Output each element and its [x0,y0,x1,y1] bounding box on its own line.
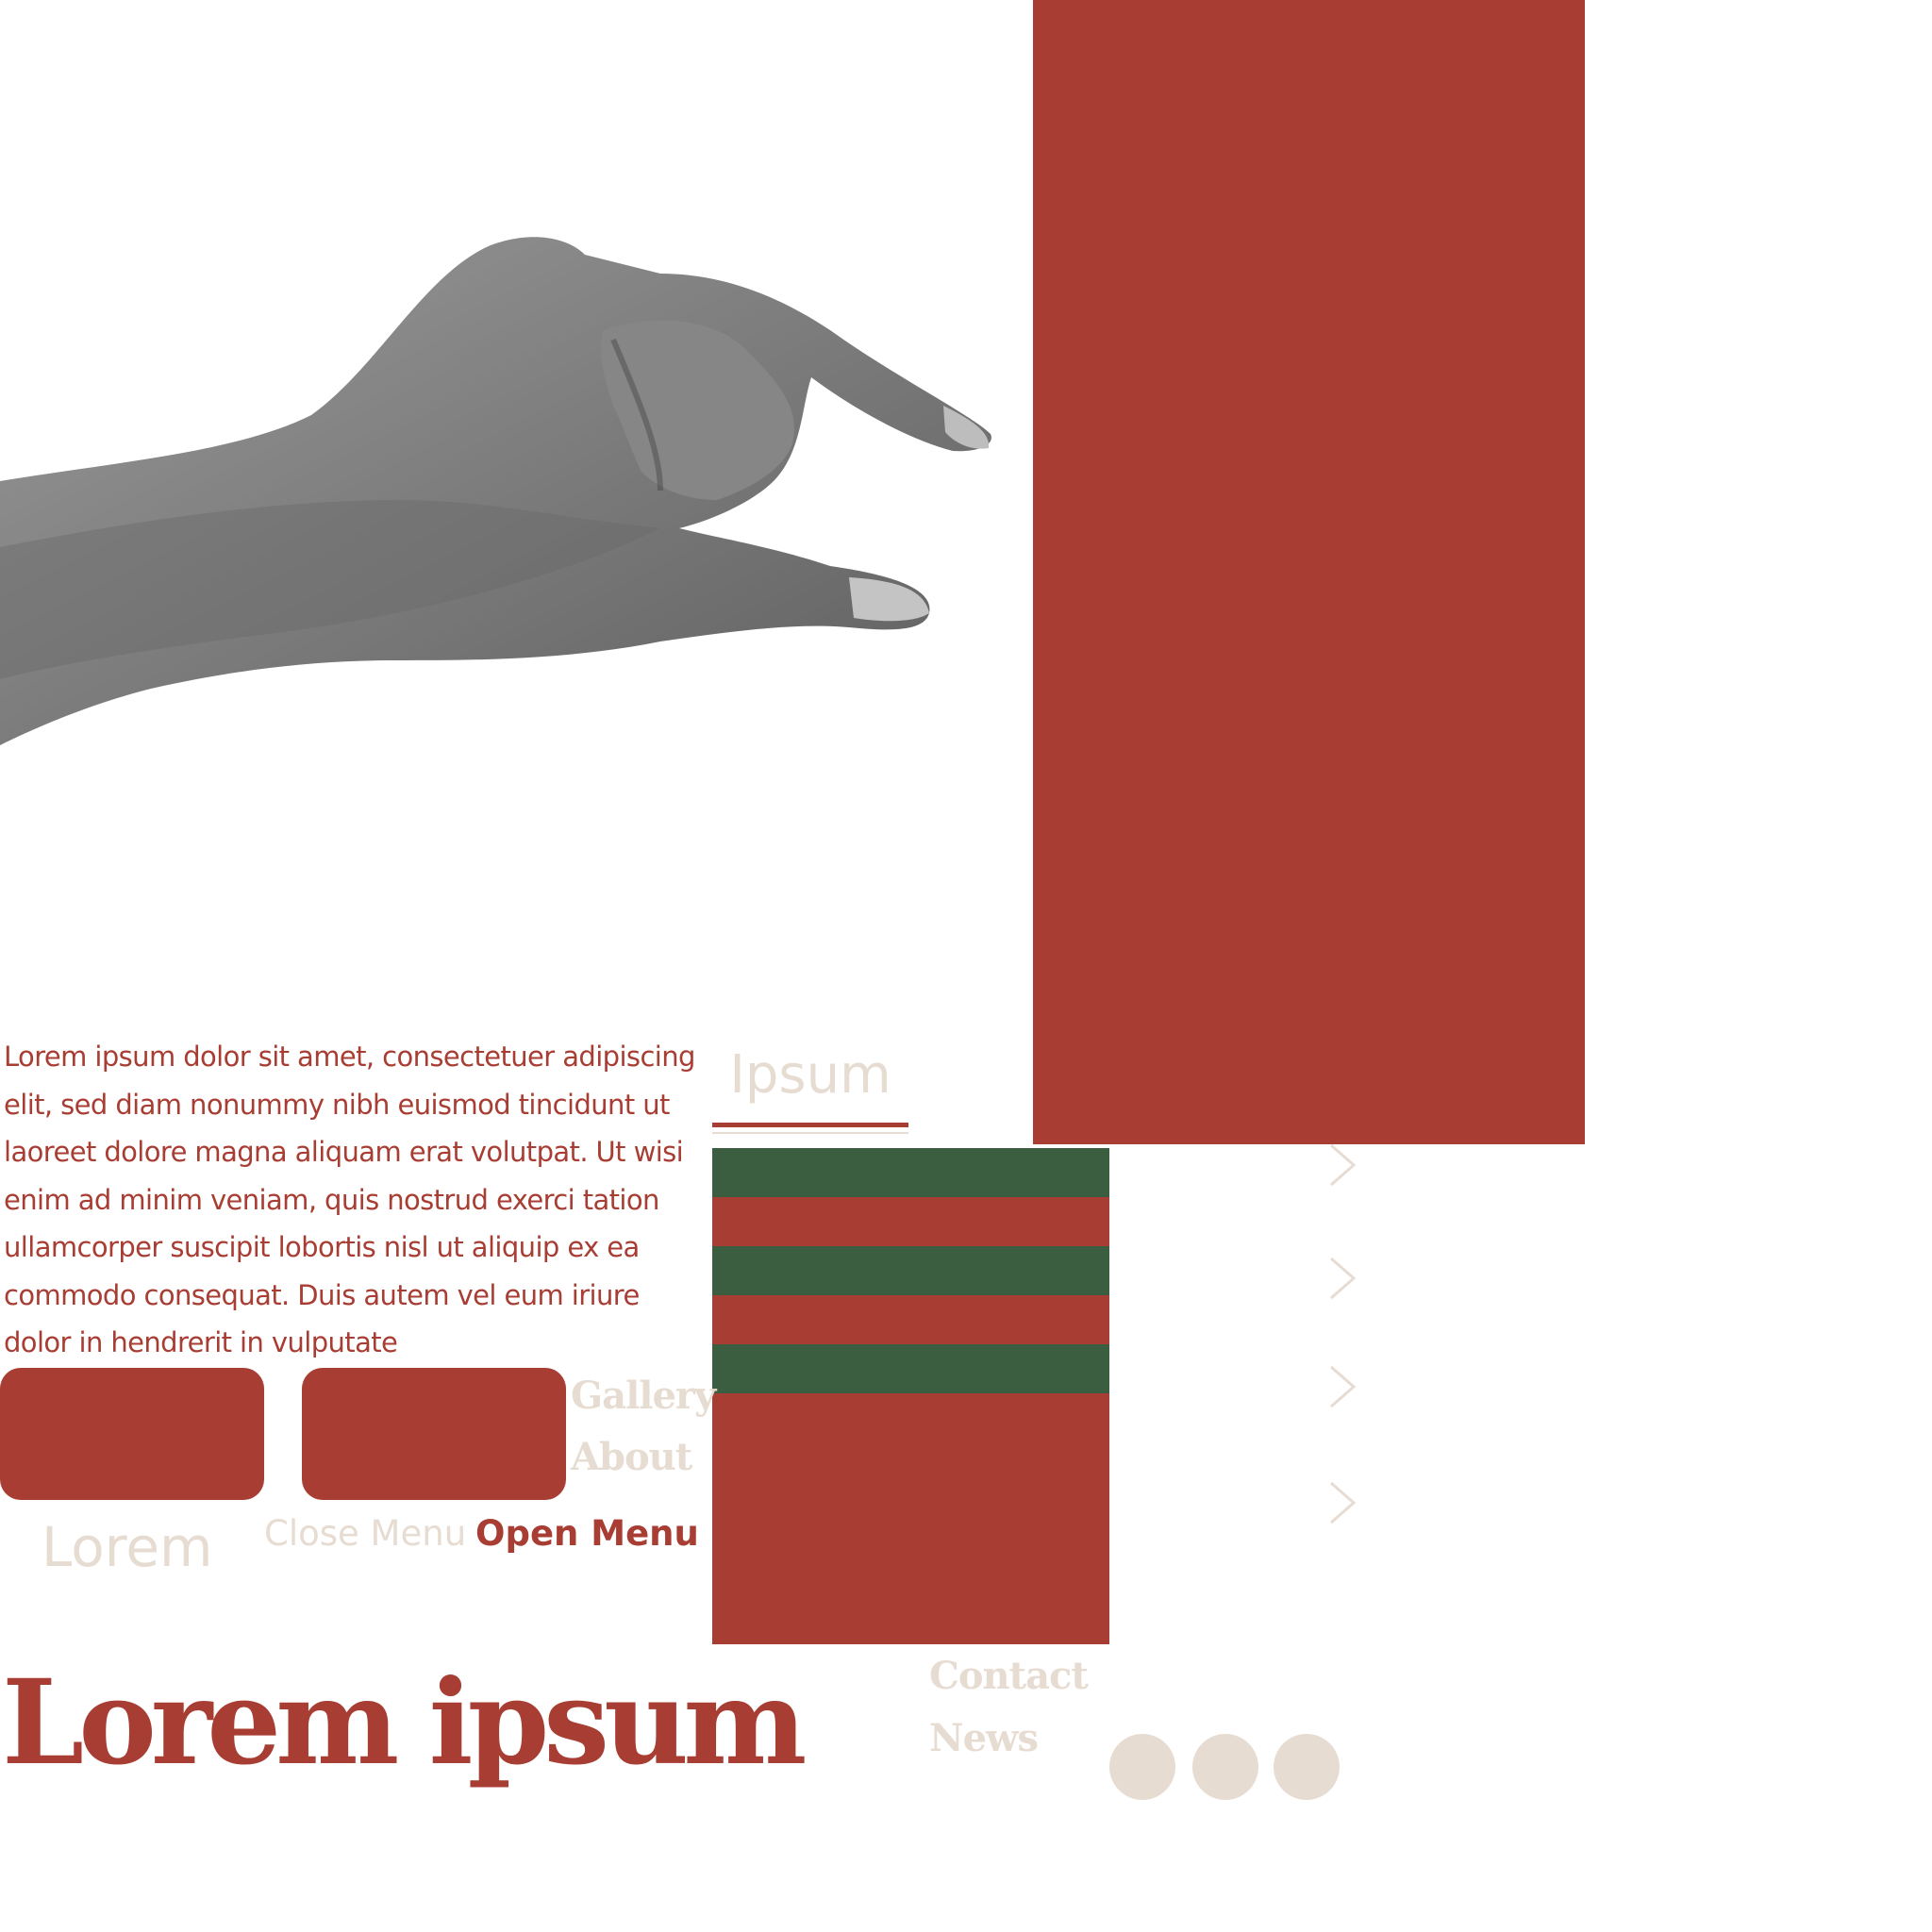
stripe-red [712,1295,1109,1344]
nav-link-contact[interactable]: Contact [929,1653,1089,1700]
chevron-right-icon[interactable] [1325,1363,1359,1410]
tab-underline-active [712,1123,908,1127]
open-menu-button[interactable]: Open Menu [475,1511,699,1557]
lorem-label: Lorem [42,1515,213,1579]
striped-card [712,1148,1109,1644]
canvas: Lorem ipsum dolor sit amet, consectetuer… [0,0,1932,1932]
tab-ipsum[interactable]: Ipsum [712,1042,908,1132]
intro-paragraph: Lorem ipsum dolor sit amet, consectetuer… [4,1041,695,1358]
tab-underline-inactive [712,1132,908,1134]
stripe-green [712,1246,1109,1295]
pager-dot-1[interactable] [1109,1734,1175,1800]
chevron-right-icon[interactable] [1325,1255,1359,1302]
red-button-1[interactable] [0,1368,264,1500]
stripe-red-bottom [712,1393,1109,1644]
hand-photo [0,237,991,745]
nav-link-gallery[interactable]: Gallery [571,1373,716,1420]
hero-red-panel [1033,0,1585,1144]
stripe-green [712,1148,1109,1197]
close-menu-button[interactable]: Close Menu [264,1511,466,1557]
headline: Lorem ipsum [2,1655,807,1791]
stripe-green [712,1344,1109,1393]
pager-dot-3[interactable] [1274,1734,1340,1800]
stripe-red [712,1197,1109,1246]
nav-link-news[interactable]: News [929,1715,1039,1762]
pager-dot-2[interactable] [1192,1734,1258,1800]
chevron-right-icon[interactable] [1325,1479,1359,1526]
red-button-2[interactable] [302,1368,566,1500]
nav-link-about[interactable]: About [571,1434,692,1481]
chevron-right-icon[interactable] [1325,1141,1359,1189]
